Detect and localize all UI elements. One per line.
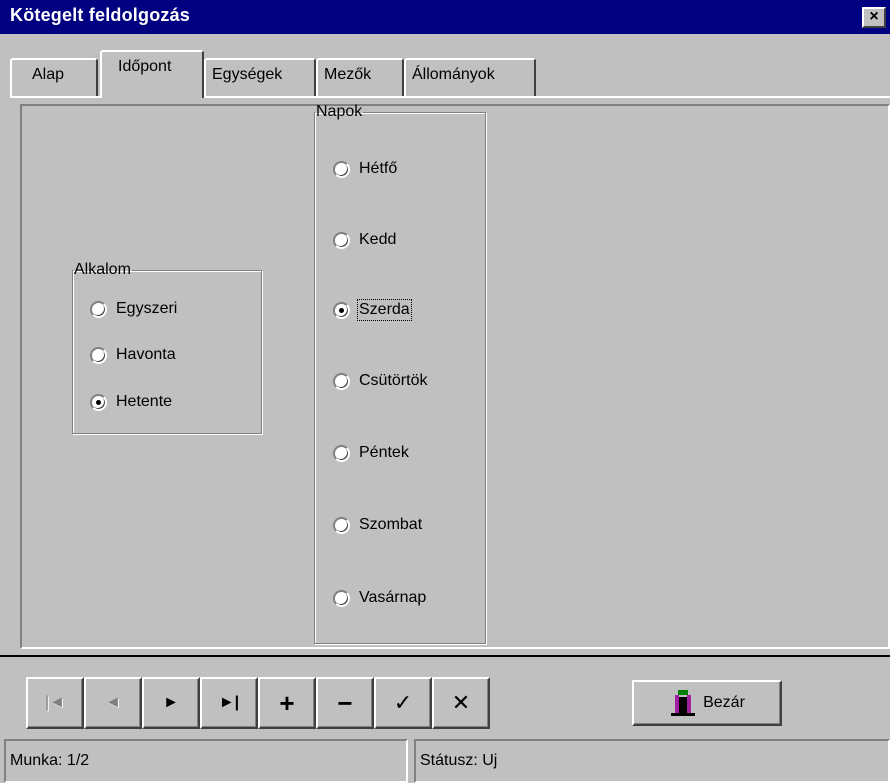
window-title: Kötegelt feldolgozás [10,5,191,25]
status-state-text: Státusz: Uj [420,752,498,769]
radio-hetfo[interactable]: Hétfő [333,160,397,178]
nav-prior-button[interactable]: ◄ [84,677,142,729]
radio-label: Szerda [357,299,412,321]
radio-button-icon [90,300,107,318]
radio-label: Péntek [359,444,409,461]
radio-label: Kedd [359,231,397,248]
nav-next-button[interactable]: ► [142,677,200,729]
exit-door-icon [671,690,696,716]
radio-hetente[interactable]: Hetente [90,393,172,411]
close-window-button[interactable]: × [862,7,886,28]
radio-button-icon [333,160,350,178]
bezar-label: Bezár [703,694,745,711]
tab-label: Állományok [412,66,495,83]
tab-label: Mezők [324,66,372,83]
nav-last-button[interactable]: ►| [200,677,258,729]
nav-delete-button[interactable]: − [316,677,374,729]
radio-label: Szombat [359,516,423,533]
tab-idopont[interactable]: Időpont [100,50,204,98]
radio-button-icon [333,589,350,607]
radio-kedd[interactable]: Kedd [333,231,396,249]
radio-label: Havonta [116,346,176,363]
nav-insert-button[interactable]: + [258,677,316,729]
radio-button-checked-icon [90,393,107,411]
nav-post-button[interactable]: ✓ [374,677,432,729]
radio-button-icon [333,444,350,462]
first-record-icon: |◄ [45,694,65,711]
checkmark-icon: ✓ [393,690,413,715]
radio-csutortok[interactable]: Csütörtök [333,372,427,390]
napok-legend: Napok [316,103,363,120]
radio-button-icon [333,231,350,249]
radio-label: Vasárnap [359,589,427,606]
radio-label: Hétfő [359,160,398,177]
last-record-icon: ►| [218,694,240,711]
prior-record-icon: ◄ [105,694,121,711]
radio-button-icon [90,346,107,364]
radio-label: Csütörtök [359,372,428,389]
radio-button-icon [333,516,350,534]
status-work-panel: Munka: 1/2 [4,739,408,783]
tab-label: Egységek [212,66,283,83]
radio-label: Egyszeri [116,300,178,317]
alkalom-legend: Alkalom [74,261,131,278]
radio-egyszeri[interactable]: Egyszeri [90,300,177,318]
tab-label: Alap [32,66,65,83]
nav-cancel-button[interactable]: ✕ [432,677,490,729]
radio-label: Hetente [116,393,173,410]
tab-alap[interactable]: Alap [10,58,98,98]
minus-icon: − [337,687,353,718]
tab-mezok[interactable]: Mezők [316,58,404,98]
plus-icon: + [279,687,295,718]
bezar-button[interactable]: Bezár [632,680,782,726]
tab-egysegek[interactable]: Egységek [204,58,316,98]
radio-szerda[interactable]: Szerda [333,299,412,321]
status-state-panel: Státusz: Uj [414,739,890,783]
record-navigator: |◄ ◄ ► ►| + − ✓ ✕ [26,677,490,729]
tab-label: Időpont [118,58,172,75]
radio-szombat[interactable]: Szombat [333,516,422,534]
status-bar: Munka: 1/2 Státusz: Uj [0,739,890,783]
separator-line [0,655,890,657]
tab-allomanyok[interactable]: Állományok [404,58,536,98]
radio-havonta[interactable]: Havonta [90,346,176,364]
nav-first-button[interactable]: |◄ [26,677,84,729]
cross-icon: ✕ [451,690,471,715]
radio-button-icon [333,372,350,390]
radio-button-checked-icon [333,301,350,319]
status-work-text: Munka: 1/2 [10,752,90,769]
title-bar: Kötegelt feldolgozás × [0,0,890,34]
radio-vasarnap[interactable]: Vasárnap [333,589,426,607]
radio-pentek[interactable]: Péntek [333,444,409,462]
close-icon: × [869,8,879,25]
next-record-icon: ► [163,694,179,711]
